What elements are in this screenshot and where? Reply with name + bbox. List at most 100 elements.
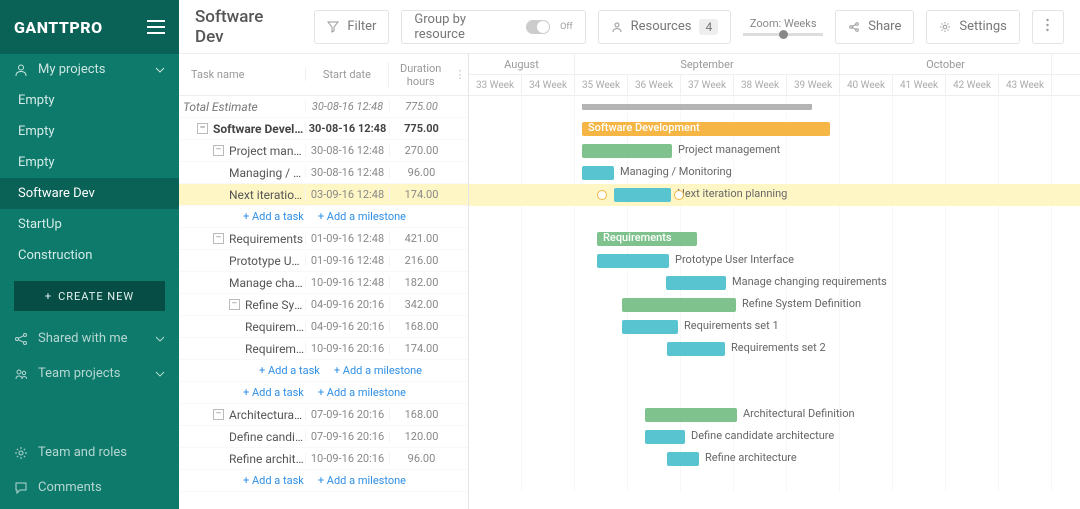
filter-button[interactable]: Filter (314, 10, 389, 44)
zoom-slider[interactable] (743, 33, 823, 36)
task-start: 04-09-16 20:16 (305, 298, 389, 311)
task-row[interactable]: –Architectural Definition07-09-16 20:161… (179, 404, 468, 426)
gantt-bar[interactable] (582, 166, 614, 180)
task-row[interactable]: Manage changing requirements10-09-16 12:… (179, 272, 468, 294)
group-by-button[interactable]: Group by resource Off (401, 10, 585, 44)
sidebar-project[interactable]: StartUp (0, 209, 179, 240)
share-label: Share (868, 19, 901, 34)
task-duration: 775.00 (389, 100, 453, 113)
team-projects[interactable]: Team projects (0, 356, 179, 391)
task-duration: 182.00 (389, 276, 453, 289)
bar-label: Managing / Monitoring (620, 165, 732, 178)
zoom-label: Zoom: Weeks (750, 17, 817, 30)
add-task-link[interactable]: + Add a task (243, 471, 304, 490)
gantt-bar[interactable] (614, 188, 671, 202)
gear-icon (939, 21, 951, 33)
sidebar-project[interactable]: Empty (0, 116, 179, 147)
more-button[interactable] (1032, 10, 1064, 44)
task-name: Requirements (229, 232, 303, 246)
grid-column-headers: Task name Start date Duration hours ⋮ (179, 54, 468, 96)
team-and-roles[interactable]: Team and roles (0, 435, 179, 470)
chevron-down-icon (155, 67, 165, 73)
gantt-bar[interactable] (582, 144, 672, 158)
collapse-toggle[interactable]: – (213, 145, 224, 156)
task-row[interactable]: –Software Development30-08-16 12:48775.0… (179, 118, 468, 140)
task-name: Manage changing requirements (229, 276, 305, 290)
bar-label: Prototype User Interface (675, 253, 794, 266)
sidebar-project[interactable]: Construction (0, 240, 179, 271)
user-icon (14, 63, 28, 77)
collapse-toggle[interactable]: – (213, 233, 224, 244)
task-row[interactable]: Requirements set 104-09-16 20:16168.00 (179, 316, 468, 338)
task-grid: Task name Start date Duration hours ⋮ To… (179, 54, 469, 509)
gantt-bar[interactable] (667, 452, 699, 466)
col-more[interactable]: ⋮ (452, 68, 468, 81)
hamburger-icon[interactable] (147, 20, 165, 34)
task-row[interactable]: Next iteration planning03-09-16 12:48174… (179, 184, 468, 206)
sidebar-project[interactable]: Software Dev (0, 178, 179, 209)
task-start: 10-09-16 12:48 (305, 276, 389, 289)
sidebar-project[interactable]: Empty (0, 85, 179, 116)
task-row[interactable]: Total Estimate30-08-16 12:48775.00 (179, 96, 468, 118)
comments-link[interactable]: Comments (0, 470, 179, 505)
task-row[interactable]: Requirements set 210-09-16 20:16174.00 (179, 338, 468, 360)
task-duration: 120.00 (389, 430, 453, 443)
gantt-bar[interactable] (645, 430, 685, 444)
add-milestone-link[interactable]: + Add a milestone (318, 383, 406, 402)
add-milestone-link[interactable]: + Add a milestone (334, 361, 422, 380)
gantt-bar[interactable] (622, 320, 678, 334)
add-task-link[interactable]: + Add a task (259, 361, 320, 380)
sidebar-project[interactable]: Empty (0, 147, 179, 178)
collapse-toggle[interactable]: – (229, 299, 240, 310)
task-row[interactable]: Define candidate architecture07-09-16 20… (179, 426, 468, 448)
create-new-label: CREATE NEW (58, 290, 134, 303)
gantt-bar[interactable] (666, 276, 726, 290)
my-projects-header[interactable]: My projects (0, 54, 179, 85)
task-row[interactable]: Prototype User Interface01-09-16 12:4821… (179, 250, 468, 272)
task-row[interactable]: Refine architecture10-09-16 20:1696.00 (179, 448, 468, 470)
collapse-toggle[interactable]: – (197, 123, 208, 134)
gantt-bar[interactable] (622, 298, 736, 312)
shared-with-me[interactable]: Shared with me (0, 321, 179, 356)
comment-icon (14, 481, 28, 495)
group-toggle[interactable] (526, 20, 550, 34)
task-name: Next iteration planning (229, 188, 305, 202)
task-duration: 270.00 (389, 144, 453, 157)
comments-label: Comments (38, 480, 102, 495)
task-start: 04-09-16 20:16 (305, 320, 389, 333)
task-row[interactable]: –Project management30-08-16 12:48270.00 (179, 140, 468, 162)
bar-label: Requirements (603, 231, 672, 244)
bar-label: Manage changing requirements (732, 275, 887, 288)
settings-button[interactable]: Settings (926, 10, 1019, 44)
milestone-marker[interactable] (597, 190, 607, 200)
add-task-link[interactable]: + Add a task (243, 207, 304, 226)
gantt-bar[interactable] (645, 408, 737, 422)
task-duration: 216.00 (389, 254, 453, 267)
timeline-week: 43 Week (999, 75, 1052, 96)
gantt-bar[interactable] (597, 254, 669, 268)
task-row[interactable]: –Refine System Definition04-09-16 20:163… (179, 294, 468, 316)
task-start: 01-09-16 12:48 (305, 232, 389, 245)
add-task-link[interactable]: + Add a task (243, 383, 304, 402)
bar-label: Architectural Definition (743, 407, 855, 420)
zoom-control[interactable]: Zoom: Weeks (743, 17, 823, 36)
milestone-marker[interactable] (674, 190, 684, 200)
gantt-bar[interactable] (582, 104, 812, 110)
share-button[interactable]: Share (835, 10, 914, 44)
timeline-week: 33 Week (469, 75, 522, 96)
timeline-week: 38 Week (734, 75, 787, 96)
gantt-bar[interactable] (667, 342, 725, 356)
filter-icon (327, 21, 339, 33)
task-name: Define candidate architecture (229, 430, 305, 444)
add-milestone-link[interactable]: + Add a milestone (318, 207, 406, 226)
resources-button[interactable]: Resources 4 (598, 10, 732, 44)
col-duration: Duration hours (388, 62, 452, 88)
bar-label: Project management (678, 143, 780, 156)
collapse-toggle[interactable]: – (213, 409, 224, 420)
create-new-button[interactable]: + CREATE NEW (14, 281, 165, 311)
share-icon (14, 332, 28, 346)
task-row[interactable]: Managing / Monitoring30-08-16 12:4896.00 (179, 162, 468, 184)
task-start: 10-09-16 20:16 (305, 452, 389, 465)
add-milestone-link[interactable]: + Add a milestone (318, 471, 406, 490)
task-row[interactable]: –Requirements01-09-16 12:48421.00 (179, 228, 468, 250)
